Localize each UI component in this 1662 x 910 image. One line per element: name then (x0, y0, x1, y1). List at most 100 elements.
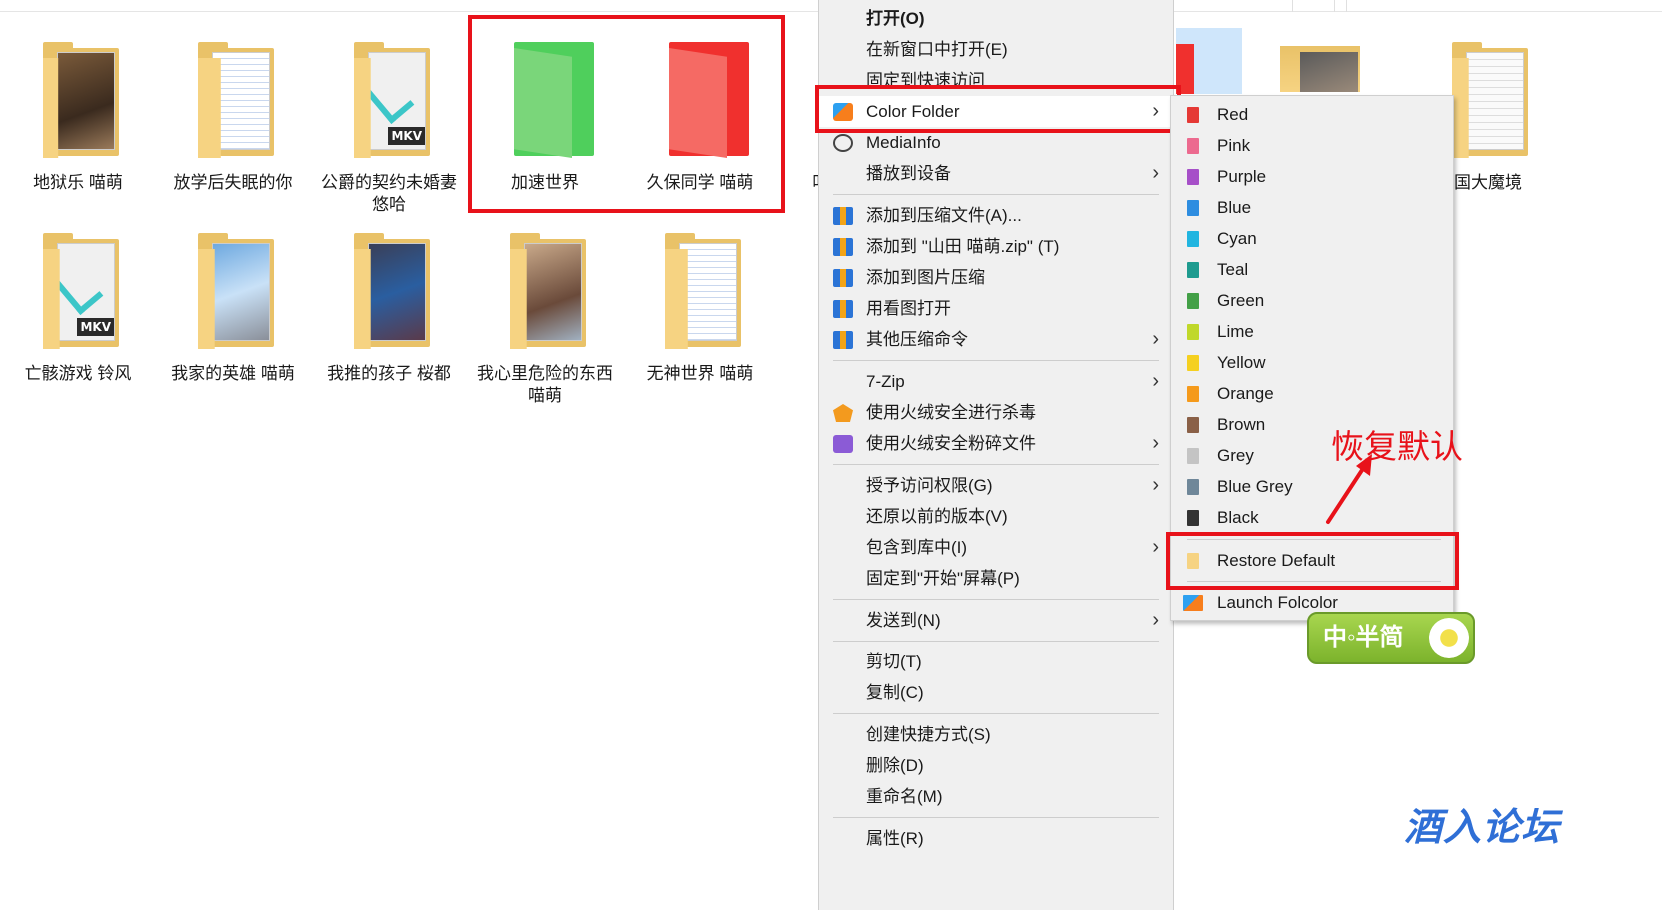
watermark-logo: 酒入论坛 (1404, 807, 1561, 849)
winrar-icon (833, 207, 853, 225)
shredder-icon (833, 435, 853, 453)
folder-label: 放学后失眠的你 (173, 173, 293, 192)
folder-item[interactable]: MKV 亡骸游戏 铃风 (3, 231, 153, 385)
chevron-right-icon: › (1152, 370, 1159, 392)
chevron-right-icon: › (1152, 474, 1159, 496)
folder-item[interactable]: 放学后失眠的你 (158, 40, 308, 194)
folder-icon (178, 40, 288, 162)
divider (1334, 0, 1335, 12)
lime-folder-icon (1187, 324, 1199, 340)
menu-separator (833, 194, 1159, 195)
folder-item[interactable]: 我家的英雄 喵萌 (158, 231, 308, 385)
color-option-green[interactable]: Green (1171, 285, 1453, 316)
red-folder-icon (1187, 107, 1199, 123)
folder-thumbnail (1300, 52, 1358, 92)
menu-item-restore-previous[interactable]: 还原以前的版本(V) (819, 501, 1173, 532)
folder-item-partial[interactable] (1276, 42, 1366, 92)
color-option-red[interactable]: Red (1171, 99, 1453, 130)
ime-label: 中◦半简 (1323, 624, 1404, 651)
huorong-icon (833, 404, 853, 422)
menu-item-create-shortcut[interactable]: 创建快捷方式(S) (819, 719, 1173, 750)
menu-item-pin-start[interactable]: 固定到"开始"屏幕(P) (819, 563, 1173, 594)
folder-icon (178, 231, 288, 353)
folder-icon (23, 40, 133, 162)
mkv-badge: MKV (77, 318, 114, 336)
chevron-right-icon: › (1152, 162, 1159, 184)
color-option-purple[interactable]: Purple (1171, 161, 1453, 192)
menu-item-cut[interactable]: 剪切(T) (819, 646, 1173, 677)
highlight-box-colored-folders (468, 15, 785, 213)
menu-separator (833, 713, 1159, 714)
folder-label: 无神世界 喵萌 (646, 364, 754, 383)
grey-folder-icon (1187, 448, 1199, 464)
highlight-box-color-folder (815, 85, 1181, 133)
menu-item-open[interactable]: 打开(O) (819, 3, 1173, 34)
folder-item[interactable]: 地狱乐 喵萌 (3, 40, 153, 194)
yellow-folder-icon (1187, 355, 1199, 371)
winrar-icon (833, 269, 853, 287)
menu-separator (833, 360, 1159, 361)
menu-item-pin-quick-access[interactable]: 固定到快速访问 (819, 65, 1173, 87)
black-folder-icon (1187, 510, 1199, 526)
highlight-box-restore-default (1166, 532, 1459, 590)
folder-icon: MKV (23, 231, 133, 353)
mediainfo-icon (833, 134, 853, 152)
color-option-blue-grey[interactable]: Blue Grey (1171, 471, 1453, 502)
winrar-icon (833, 238, 853, 256)
viewer-icon (833, 300, 853, 318)
menu-item-7zip[interactable]: 7-Zip › (819, 366, 1173, 397)
teal-folder-icon (1187, 262, 1199, 278)
cyan-folder-icon (1187, 231, 1199, 247)
color-option-black[interactable]: Black (1171, 502, 1453, 533)
menu-item-add-image-compress[interactable]: 添加到图片压缩 (819, 262, 1173, 293)
color-option-cyan[interactable]: Cyan (1171, 223, 1453, 254)
folder-label: 我推的孩子 桜都 (327, 364, 451, 383)
menu-item-copy[interactable]: 复制(C) (819, 677, 1173, 708)
color-option-yellow[interactable]: Yellow (1171, 347, 1453, 378)
winrar-icon (833, 331, 853, 349)
folder-item[interactable]: 无神世界 喵萌 (625, 231, 775, 385)
menu-item-huorong-shred[interactable]: 使用火绒安全粉碎文件 › (819, 428, 1173, 459)
brown-folder-icon (1187, 417, 1199, 433)
ime-status-bar[interactable]: 中◦半简 (1307, 612, 1475, 664)
divider (1346, 0, 1347, 12)
folder-label: 公爵的契约未婚妻 悠哈 (321, 173, 457, 214)
folder-icon (490, 231, 600, 353)
menu-item-grant-access[interactable]: 授予访问权限(G) › (819, 470, 1173, 501)
chevron-right-icon: › (1152, 328, 1159, 350)
context-menu: 打开(O) 在新窗口中打开(E) 固定到快速访问 Color Folder › … (818, 0, 1174, 910)
blue-folder-icon (1187, 200, 1199, 216)
orange-folder-icon (1187, 386, 1199, 402)
chevron-right-icon: › (1152, 609, 1159, 631)
folder-label: 我心里危险的东西 喵萌 (477, 364, 613, 405)
purple-folder-icon (1187, 169, 1199, 185)
menu-item-other-compress[interactable]: 其他压缩命令 › (819, 324, 1173, 355)
color-option-lime[interactable]: Lime (1171, 316, 1453, 347)
folder-item[interactable]: MKV 公爵的契约未婚妻 悠哈 (314, 40, 464, 216)
menu-item-add-to-zip[interactable]: 添加到 "山田 喵萌.zip" (T) (819, 231, 1173, 262)
menu-item-open-with-viewer[interactable]: 用看图打开 (819, 293, 1173, 324)
menu-item-add-archive[interactable]: 添加到压缩文件(A)... (819, 200, 1173, 231)
menu-item-send-to[interactable]: 发送到(N) › (819, 605, 1173, 636)
menu-item-rename[interactable]: 重命名(M) (819, 781, 1173, 812)
menu-item-delete[interactable]: 删除(D) (819, 750, 1173, 781)
folder-label: 我家的英雄 喵萌 (171, 364, 295, 383)
color-option-pink[interactable]: Pink (1171, 130, 1453, 161)
menu-item-play-to-device[interactable]: 播放到设备 › (819, 158, 1173, 189)
folcolor-app-icon (1183, 595, 1203, 611)
chevron-right-icon: › (1152, 536, 1159, 558)
folder-label: 亡骸游戏 铃风 (24, 364, 132, 383)
color-option-teal[interactable]: Teal (1171, 254, 1453, 285)
chevron-right-icon: › (1152, 432, 1159, 454)
folder-item[interactable]: 我推的孩子 桜都 (314, 231, 464, 385)
blue-grey-folder-icon (1187, 479, 1199, 495)
menu-item-open-new-window[interactable]: 在新窗口中打开(E) (819, 34, 1173, 65)
menu-item-properties[interactable]: 属性(R) (819, 823, 1173, 854)
menu-separator (833, 599, 1159, 600)
color-option-blue[interactable]: Blue (1171, 192, 1453, 223)
folder-item[interactable]: 我心里危险的东西 喵萌 (470, 231, 620, 407)
menu-item-huorong-scan[interactable]: 使用火绒安全进行杀毒 (819, 397, 1173, 428)
color-option-orange[interactable]: Orange (1171, 378, 1453, 409)
folder-icon (645, 231, 755, 353)
menu-item-include-library[interactable]: 包含到库中(I) › (819, 532, 1173, 563)
